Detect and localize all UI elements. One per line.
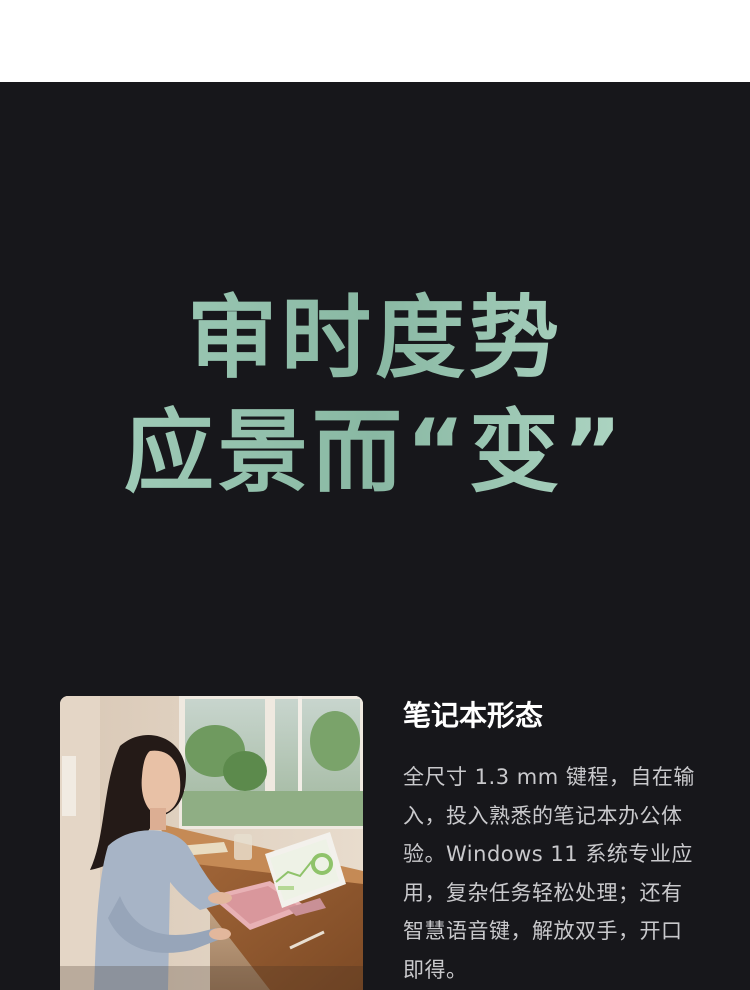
hero-headline: 审时度势 应景而“变” (0, 282, 750, 510)
hero-section: 审时度势 应景而“变” 笔记本形态 全尺寸 1.3 mm 键程，自在输入，投入熟… (0, 82, 750, 990)
feature-title: 笔记本形态 (403, 699, 544, 732)
headline-line-1: 审时度势 (187, 286, 563, 391)
laptop-mode-photo (60, 696, 363, 990)
headline-line-2: 应景而“变” (123, 400, 627, 505)
top-white-strip (0, 0, 750, 82)
feature-description: 全尺寸 1.3 mm 键程，自在输入，投入熟悉的笔记本办公体验。Windows … (403, 765, 695, 982)
